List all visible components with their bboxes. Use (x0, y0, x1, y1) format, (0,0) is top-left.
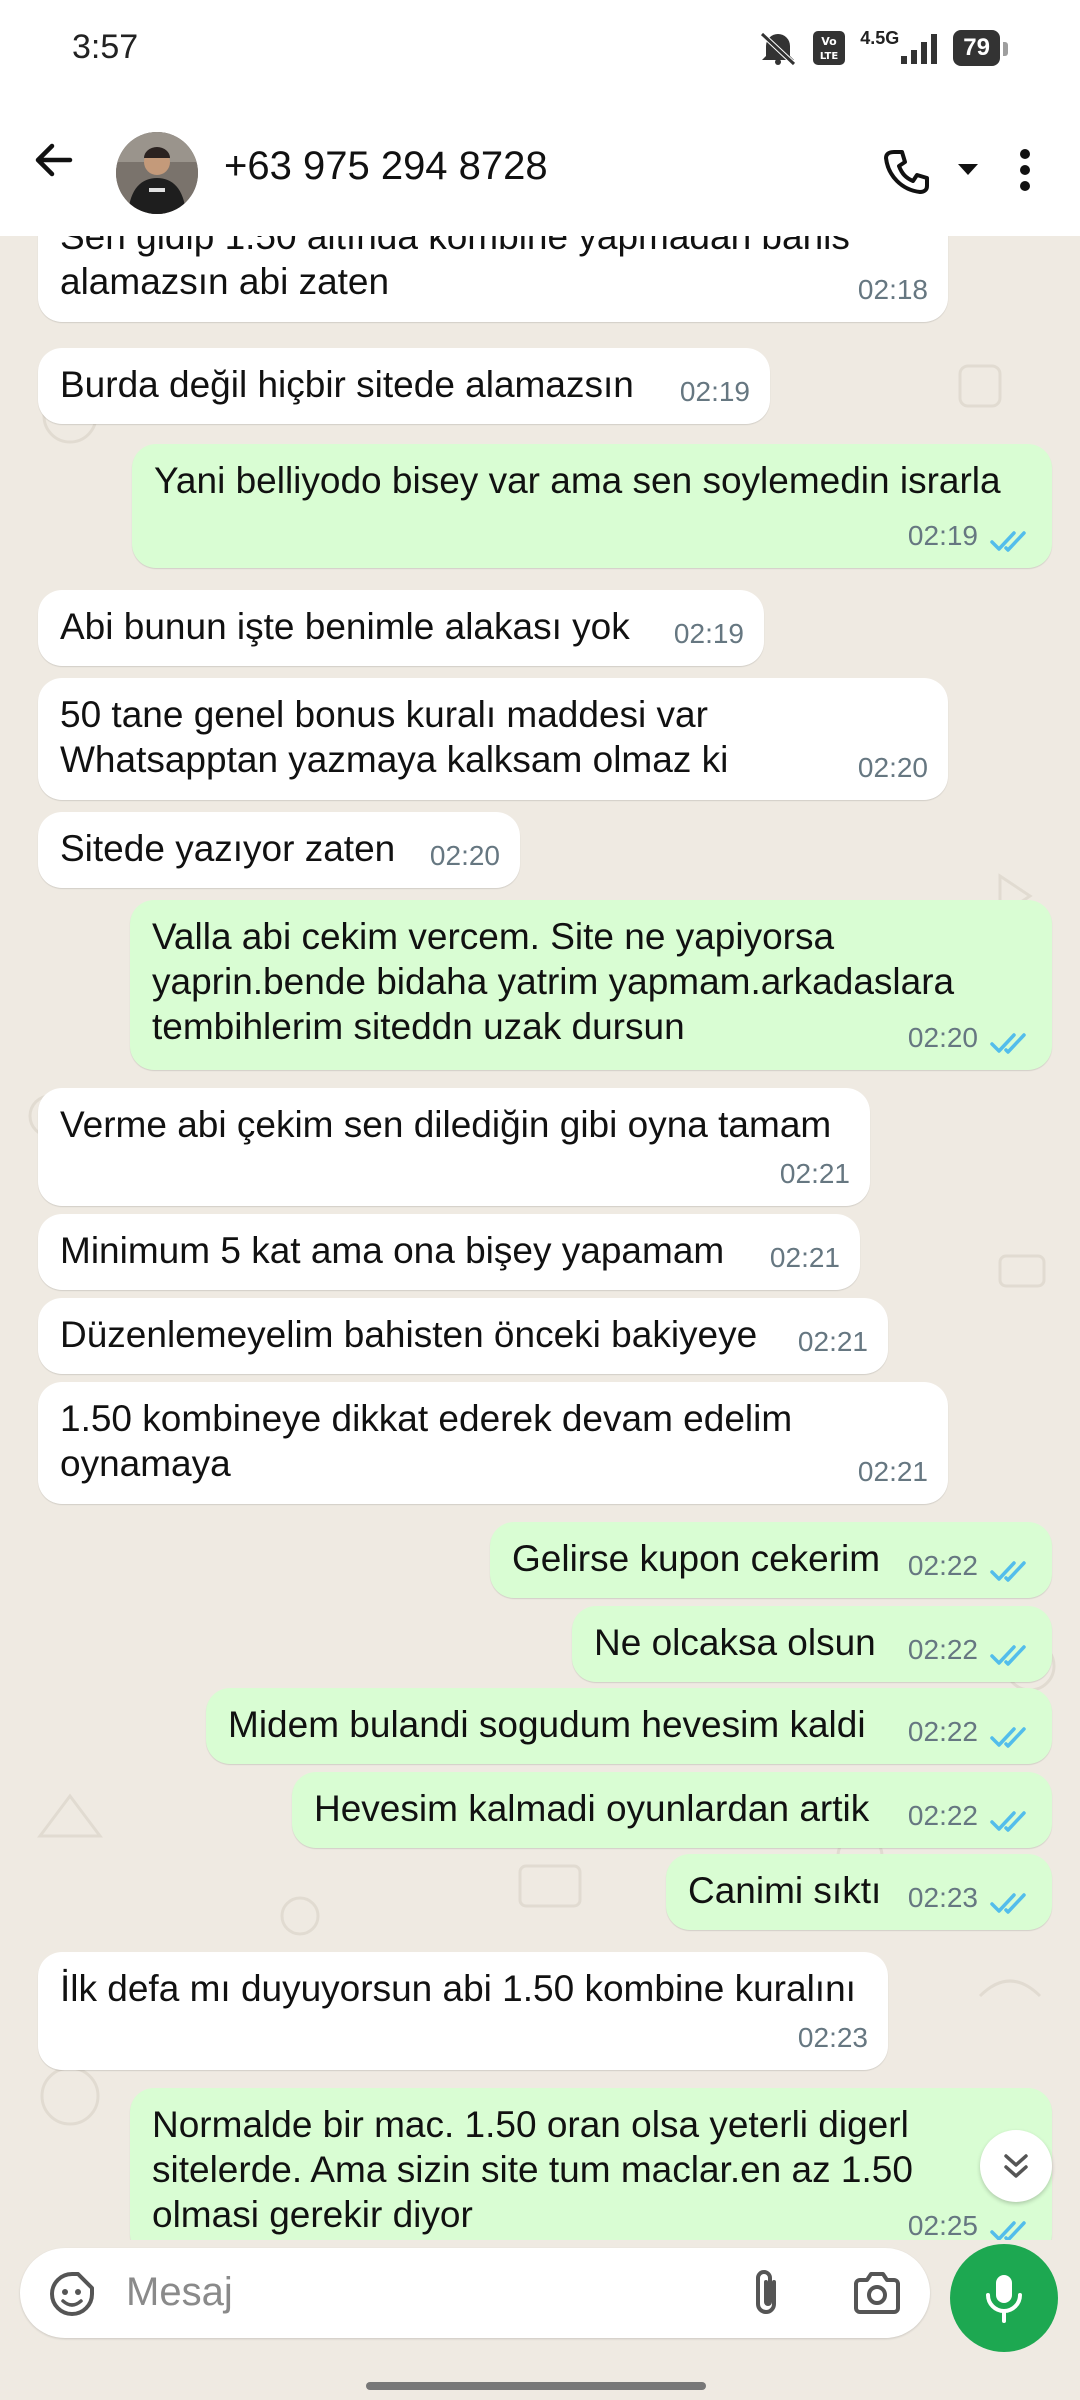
status-time: 3:57 (72, 28, 139, 66)
message-incoming[interactable]: Verme abi çekim sen dilediğin gibi oyna … (38, 1088, 870, 1206)
message-incoming[interactable]: 1.50 kombineye dikkat ederek devam edeli… (38, 1382, 948, 1504)
double-check-icon (990, 1645, 1026, 1666)
message-incoming[interactable]: Sen gidip 1.50 altında kombine yapmadan … (38, 236, 948, 322)
message-time: 02:22 (907, 1550, 978, 1581)
message-text: Sitede yazıyor zaten (60, 828, 396, 869)
message-outgoing[interactable]: Ne olcaksa olsun 02:22 (572, 1606, 1052, 1682)
message-text: Verme abi çekim sen dilediğin gibi oyna … (60, 1104, 832, 1145)
message-time: 02:21 (779, 1158, 850, 1189)
back-arrow-icon[interactable] (30, 136, 78, 184)
message-time: 02:18 (857, 274, 928, 305)
message-list[interactable]: Sen gidip 1.50 altında kombine yapmadan … (0, 236, 1080, 2240)
avatar[interactable] (116, 132, 198, 214)
message-outgoing[interactable]: Valla abi cekim vercem. Site ne yapiyors… (130, 900, 1052, 1070)
sticker-icon[interactable] (48, 2270, 96, 2323)
message-time: 02:22 (907, 1716, 978, 1747)
message-outgoing[interactable]: Gelirse kupon cekerim 02:22 (490, 1522, 1052, 1598)
double-check-icon (990, 1561, 1026, 1582)
message-text: Normalde bir mac. 1.50 oran olsa yeterli… (152, 2104, 909, 2145)
composer: Mesaj (0, 2240, 1080, 2400)
message-incoming[interactable]: Abi bunun işte benimle alakası yok 02:19 (38, 590, 764, 666)
svg-text:Vo: Vo (822, 35, 838, 48)
message-time: 02:19 (907, 520, 978, 551)
more-vert-icon[interactable] (1018, 148, 1032, 197)
message-outgoing[interactable]: Hevesim kalmadi oyunlardan artik 02:22 (292, 1772, 1052, 1848)
message-time: 02:22 (907, 1800, 978, 1831)
message-incoming[interactable]: Burda değil hiçbir sitede alamazsın 02:1… (38, 348, 770, 424)
message-time: 02:21 (769, 1242, 840, 1273)
message-text: yaprin.bende bidaha yatrim yapmam.arkada… (152, 961, 955, 1002)
message-incoming[interactable]: Minimum 5 kat ama ona bişey yapamam 02:2… (38, 1214, 860, 1290)
signal-icon: 4.5G (860, 28, 939, 66)
message-text: Valla abi cekim vercem. Site ne yapiyors… (152, 916, 835, 957)
message-time: 02:20 (429, 840, 500, 871)
message-time: 02:22 (907, 1634, 978, 1665)
message-text: 50 tane genel bonus kuralı maddesi var (60, 694, 708, 735)
message-time: 02:21 (797, 1326, 868, 1357)
message-outgoing[interactable]: Midem bulandi sogudum hevesim kaldi 02:2… (206, 1688, 1052, 1764)
message-text: Abi bunun işte benimle alakası yok (60, 606, 630, 647)
message-text: tembihlerim siteddn uzak dursun (152, 1006, 685, 1047)
double-check-icon (990, 1893, 1026, 1914)
message-time: 02:20 (907, 1022, 978, 1053)
double-check-icon (990, 2221, 1026, 2240)
double-check-icon (990, 1033, 1026, 1054)
message-placeholder: Mesaj (126, 2270, 233, 2314)
message-outgoing[interactable]: Normalde bir mac. 1.50 oran olsa yeterli… (130, 2088, 1052, 2240)
battery-indicator: 79 (953, 30, 1008, 66)
message-time: 02:19 (673, 618, 744, 649)
mic-icon (986, 2275, 1022, 2323)
double-check-icon (990, 1811, 1026, 1832)
message-text: 1.50 kombineye dikkat ederek devam edeli… (60, 1398, 793, 1439)
message-text: oynamaya (60, 1443, 231, 1484)
message-incoming[interactable]: İlk defa mı duyuyorsun abi 1.50 kombine … (38, 1952, 888, 2070)
message-outgoing[interactable]: Yani belliyodo bisey var ama sen soyleme… (132, 444, 1052, 568)
message-time: 02:20 (857, 752, 928, 783)
message-text: Sen gidip 1.50 altında kombine yapmadan … (60, 236, 850, 257)
message-text: Hevesim kalmadi oyunlardan artik (314, 1788, 870, 1829)
message-text: Düzenlemeyelim bahisten önceki bakiyeye (60, 1314, 758, 1355)
message-incoming[interactable]: Düzenlemeyelim bahisten önceki bakiyeye … (38, 1298, 888, 1374)
message-input[interactable]: Mesaj (20, 2248, 930, 2338)
message-text: Ne olcaksa olsun (594, 1622, 876, 1663)
message-time: 02:23 (797, 2022, 868, 2053)
contact-name[interactable]: +63 975 294 8728 (224, 144, 548, 189)
scroll-down-icon (1004, 2154, 1028, 2178)
message-text: İlk defa mı duyuyorsun abi 1.50 kombine … (60, 1968, 856, 2009)
message-time: 02:19 (679, 376, 750, 407)
message-incoming[interactable]: Sitede yazıyor zaten 02:20 (38, 812, 520, 888)
message-incoming[interactable]: 50 tane genel bonus kuralı maddesi var Wh… (38, 678, 948, 800)
scroll-down-button[interactable] (980, 2130, 1052, 2202)
message-text: Canimi sıktı (688, 1870, 882, 1911)
camera-icon[interactable] (852, 2270, 902, 2321)
double-check-icon (990, 1727, 1026, 1748)
message-text: Gelirse kupon cekerim (512, 1538, 881, 1579)
message-time: 02:21 (857, 1456, 928, 1487)
attach-icon[interactable] (748, 2268, 784, 2323)
volte-icon: Vo LTE (812, 30, 846, 66)
svg-text:LTE: LTE (820, 51, 839, 62)
double-check-icon (990, 531, 1026, 552)
status-bar: 3:57 Vo LTE 4.5G 79 (0, 0, 1080, 96)
mic-button[interactable] (950, 2244, 1058, 2352)
message-text: Whatsapptan yazmaya kalksam olmaz ki (60, 739, 729, 780)
message-text: Burda değil hiçbir sitede alamazsın (60, 364, 634, 405)
chat-header: +63 975 294 8728 (0, 96, 1080, 236)
message-text: alamazsın abi zaten (60, 261, 390, 302)
network-type: 4.5G (860, 28, 900, 48)
message-text: Yani belliyodo bisey var ama sen soyleme… (154, 460, 1001, 501)
chevron-down-icon[interactable] (956, 162, 980, 183)
message-time: 02:23 (907, 1882, 978, 1913)
mute-icon (758, 30, 798, 66)
home-indicator[interactable] (366, 2382, 706, 2390)
phone-icon[interactable] (882, 146, 932, 201)
message-text: olmasi gerekir diyor (152, 2194, 473, 2235)
message-text: Midem bulandi sogudum hevesim kaldi (228, 1704, 866, 1745)
message-text: sitelerde. Ama sizin site tum maclar.en … (152, 2149, 913, 2190)
message-time: 02:25 (907, 2210, 978, 2240)
message-text: Minimum 5 kat ama ona bişey yapamam (60, 1230, 725, 1271)
message-outgoing[interactable]: Canimi sıktı 02:23 (666, 1854, 1052, 1930)
status-icons: Vo LTE 4.5G 79 (758, 26, 1008, 70)
